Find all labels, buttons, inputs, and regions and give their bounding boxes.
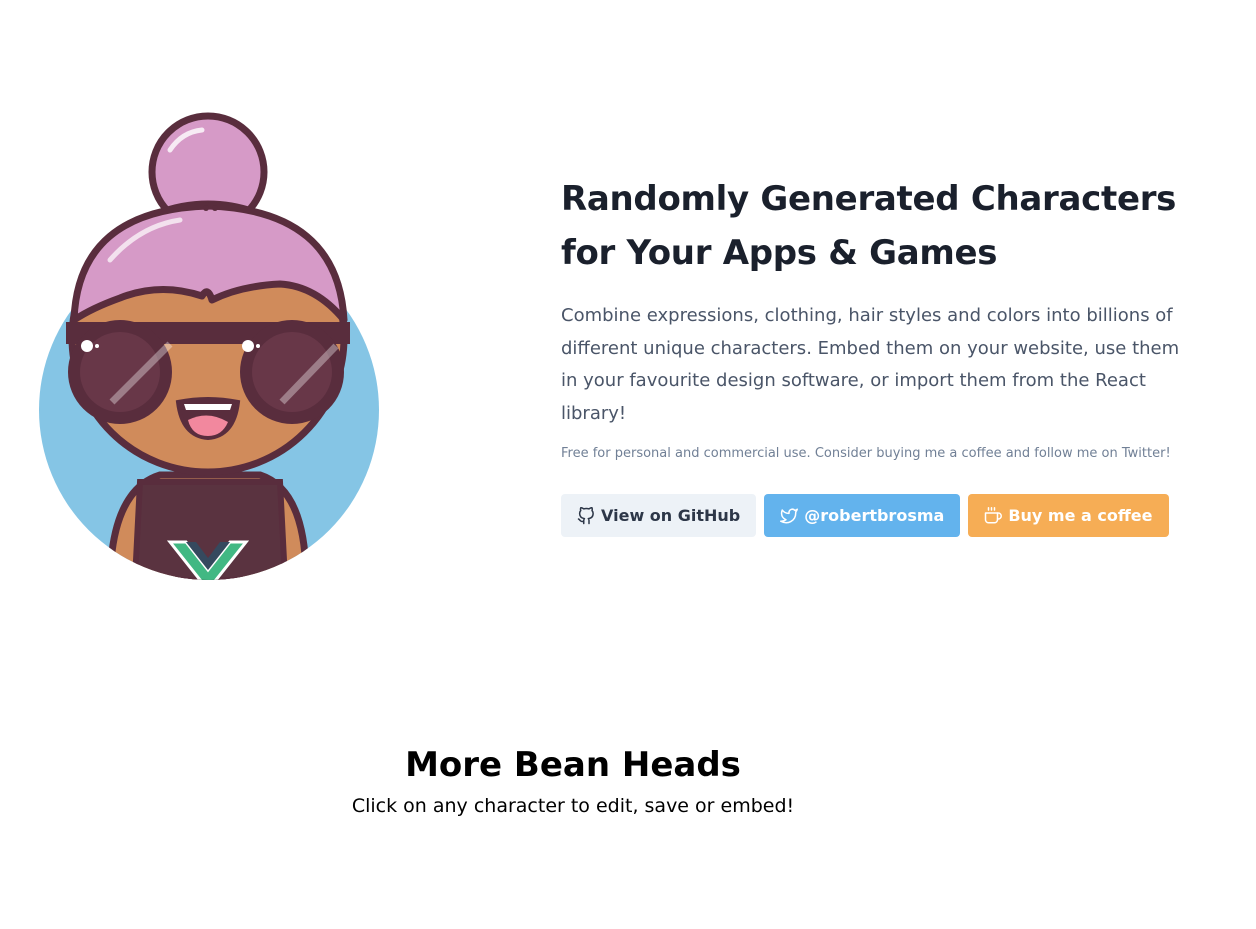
buy-me-a-coffee-button[interactable]: Buy me a coffee <box>968 494 1169 537</box>
more-bean-heads-section: More Bean Heads Click on any character t… <box>0 742 1146 820</box>
twitter-icon <box>780 507 799 525</box>
twitter-label: @robertbrosma <box>804 506 945 525</box>
hero-description: Combine expressions, clothing, hair styl… <box>561 305 1180 424</box>
buy-me-a-coffee-label: Buy me a coffee <box>1008 506 1153 525</box>
github-icon <box>577 506 595 525</box>
button-row: View on GitHub @robertbrosma Buy me a co… <box>561 494 1211 537</box>
bean-head-avatar-icon <box>30 110 390 590</box>
hero-section: Randomly Generated Characters for Your A… <box>0 0 1256 640</box>
coffee-icon <box>984 506 1003 525</box>
view-on-github-label: View on GitHub <box>601 506 741 525</box>
view-on-github-button[interactable]: View on GitHub <box>561 494 757 537</box>
hero-note: Free for personal and commercial use. Co… <box>561 446 1171 461</box>
hero-title: Randomly Generated Characters for Your A… <box>561 179 1177 273</box>
more-bean-heads-subtitle: Click on any character to edit, save or … <box>351 795 795 817</box>
more-bean-heads-title: More Bean Heads <box>405 745 741 785</box>
twitter-button[interactable]: @robertbrosma <box>764 494 961 537</box>
hero-text: Randomly Generated Characters for Your A… <box>561 172 1211 537</box>
